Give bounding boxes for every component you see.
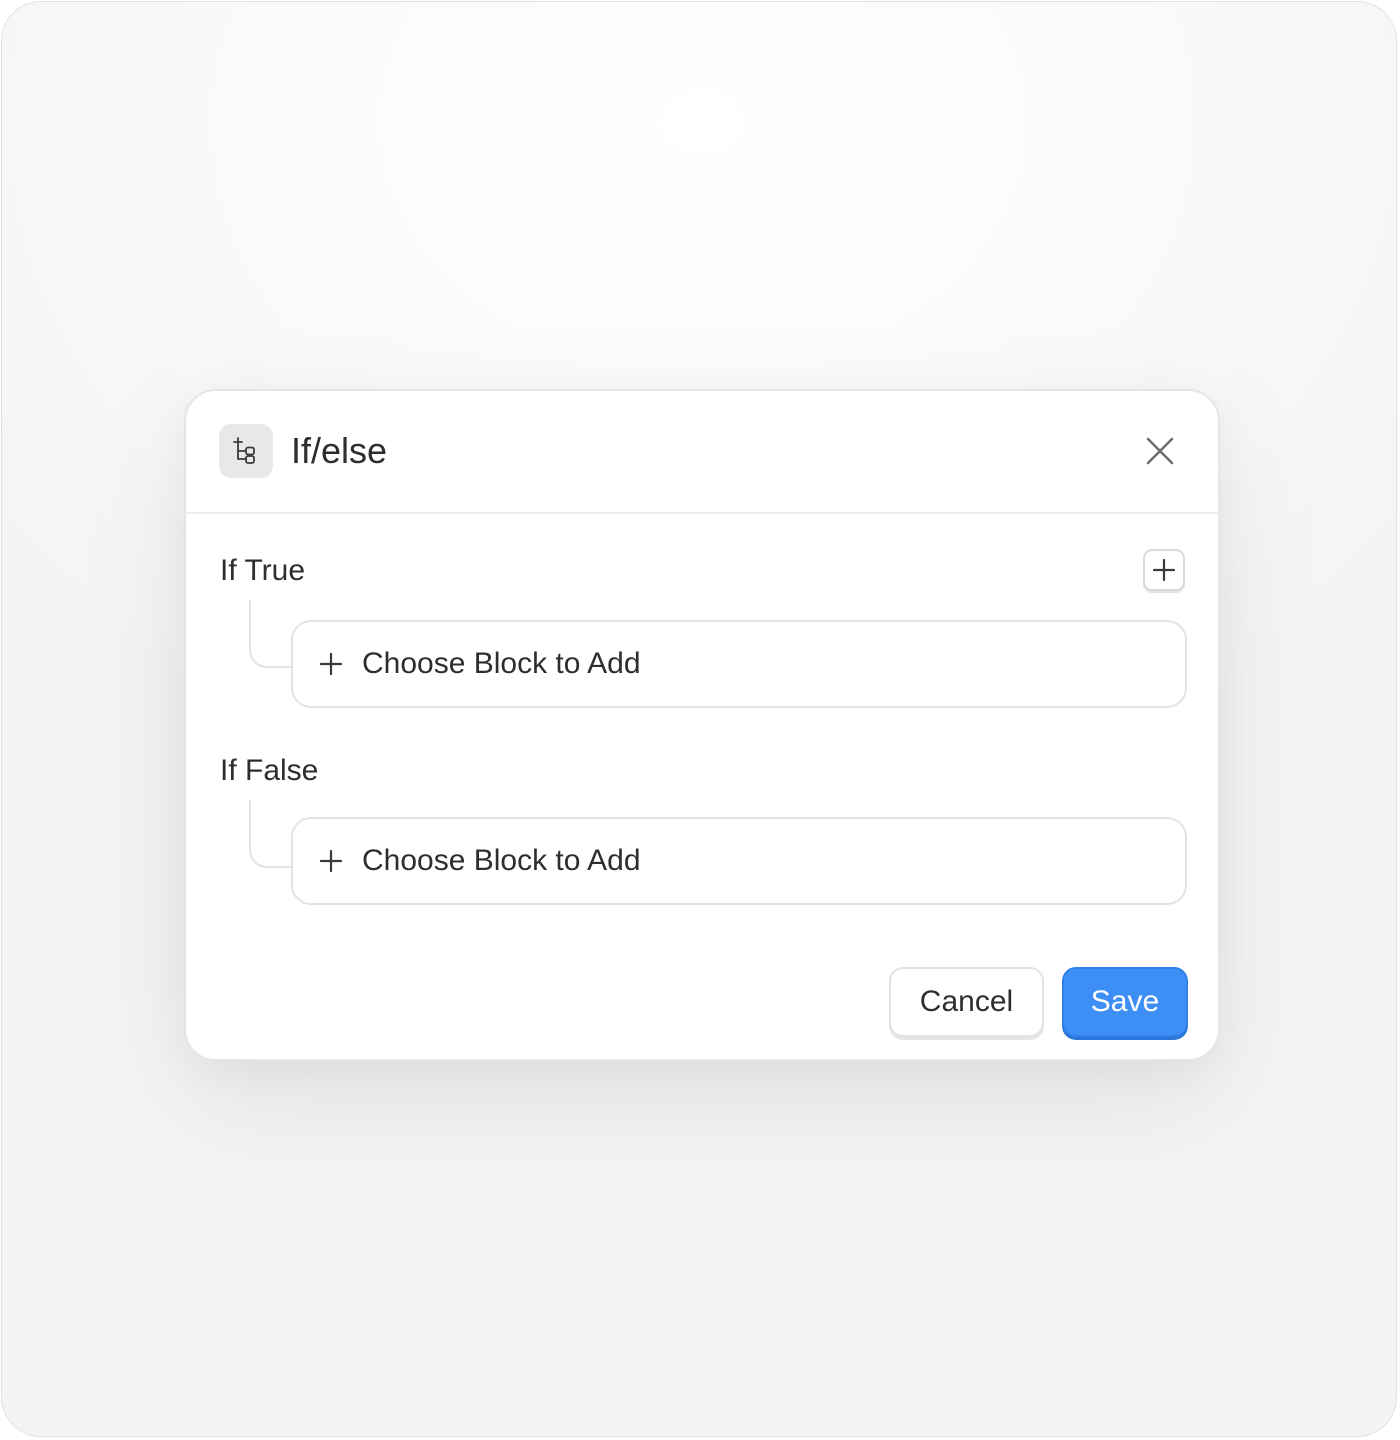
choose-block-label: Choose Block to Add [362,844,641,877]
cancel-button[interactable]: Cancel [889,967,1044,1037]
plus-icon [319,652,343,676]
tree-connector [249,600,293,668]
dialog-title: If/else [291,430,388,471]
tree-connector [249,800,293,868]
add-condition-button[interactable] [1143,549,1185,591]
choose-block-label: Choose Block to Add [362,647,641,680]
plus-icon [1153,559,1175,581]
save-button[interactable]: Save [1062,967,1188,1037]
branch-icon [219,424,273,478]
if-false-label: If False [220,754,319,787]
if-else-dialog: If/else If True Choose Block to Add If F… [184,389,1220,1061]
choose-block-true[interactable]: Choose Block to Add [291,620,1187,708]
dialog-header: If/else [186,391,1218,514]
background-canvas: If/else If True Choose Block to Add If F… [1,1,1397,1437]
choose-block-false[interactable]: Choose Block to Add [291,817,1187,905]
if-true-label: If True [220,554,306,587]
close-icon [1146,437,1174,465]
plus-icon [319,849,343,873]
close-button[interactable] [1140,431,1180,471]
